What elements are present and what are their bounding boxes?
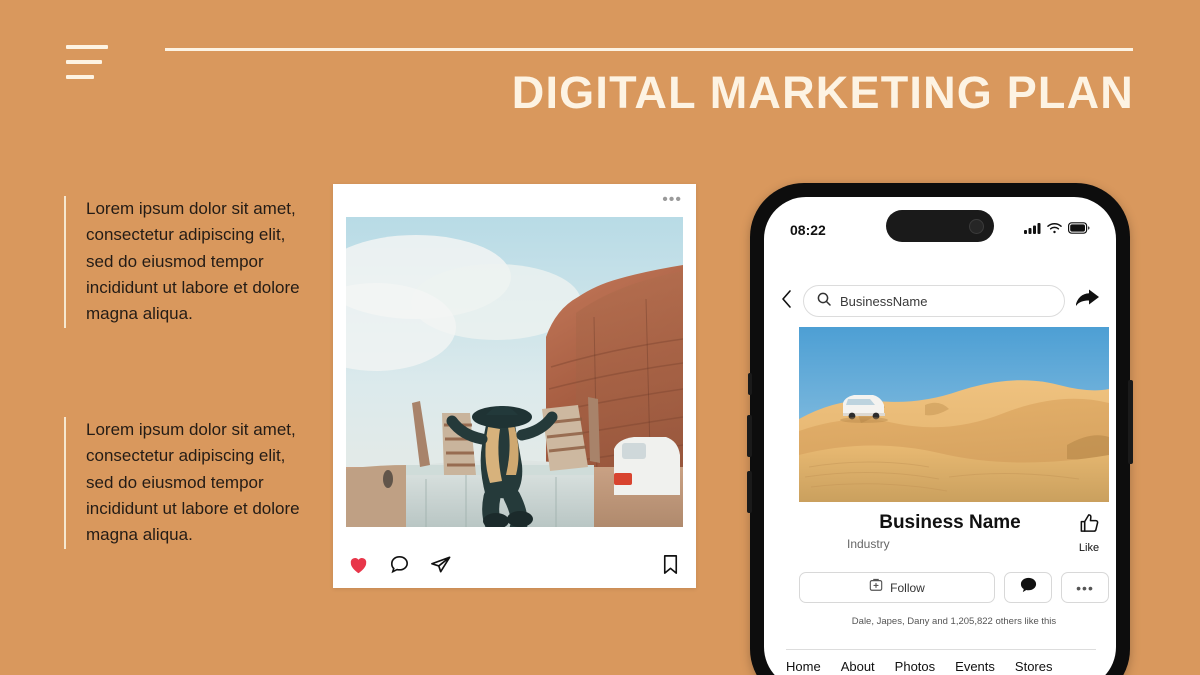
hamburger-bar — [66, 75, 94, 79]
silent-switch-button[interactable] — [748, 373, 752, 395]
search-input[interactable]: BusinessName — [803, 285, 1065, 317]
signal-icon — [1024, 221, 1041, 239]
tab-stores[interactable]: Stores — [1015, 659, 1053, 675]
tab-home[interactable]: Home — [786, 659, 821, 675]
profile-tabs: Home About Photos Events Stores — [786, 659, 1116, 675]
body-text-block-1: Lorem ipsum dolor sit amet, consectetur … — [64, 196, 314, 328]
hamburger-menu-icon[interactable] — [66, 45, 110, 79]
chat-bubble-icon — [1019, 576, 1038, 600]
follow-label: Follow — [890, 580, 925, 595]
hamburger-bar — [66, 45, 108, 49]
power-button[interactable] — [1128, 380, 1133, 464]
business-industry: Industry — [847, 536, 890, 551]
tab-about[interactable]: About — [841, 659, 875, 675]
body-text-block-2: Lorem ipsum dolor sit amet, consectetur … — [64, 417, 314, 549]
wifi-icon — [1047, 221, 1062, 239]
volume-down-button[interactable] — [747, 471, 752, 513]
tab-events[interactable]: Events — [955, 659, 995, 675]
profile-actions: Follow ••• — [799, 572, 1109, 603]
search-value: BusinessName — [840, 293, 928, 309]
plus-square-icon — [869, 578, 883, 597]
business-name: Business Name — [879, 512, 1021, 533]
like-button[interactable]: Like — [1069, 512, 1109, 554]
chevron-left-icon[interactable] — [780, 289, 793, 314]
phone-cover-photo — [799, 327, 1109, 502]
tab-photos[interactable]: Photos — [895, 659, 935, 675]
volume-up-button[interactable] — [747, 415, 752, 457]
like-label: Like — [1078, 542, 1100, 554]
search-icon — [817, 292, 831, 311]
dynamic-island — [886, 210, 994, 242]
status-time: 08:22 — [790, 222, 826, 238]
battery-icon — [1068, 221, 1090, 239]
front-camera-icon — [969, 218, 984, 234]
social-post-card: ••• — [333, 184, 696, 588]
search-row: BusinessName — [764, 281, 1116, 321]
send-icon[interactable] — [429, 553, 452, 576]
business-header: Business Name Industry Like — [799, 512, 1109, 554]
likes-summary: Dale, Japes, Dany and 1,205,822 others l… — [851, 616, 1057, 627]
bookmark-icon[interactable] — [659, 553, 682, 576]
header-divider — [165, 48, 1133, 51]
share-arrow-icon[interactable] — [1075, 288, 1100, 315]
tab-divider — [786, 649, 1096, 650]
follow-button[interactable]: Follow — [799, 572, 995, 603]
post-photo — [346, 217, 683, 527]
hamburger-bar — [66, 60, 102, 64]
post-action-bar — [333, 540, 696, 588]
comment-icon[interactable] — [388, 553, 411, 576]
more-options-button[interactable]: ••• — [1061, 572, 1109, 603]
thumbs-up-icon — [1078, 514, 1101, 539]
phone-mockup: 08:22 BusinessName Business Name Industr… — [747, 183, 1133, 675]
phone-screen: 08:22 BusinessName Business Name Industr… — [764, 197, 1116, 675]
page-title: DIGITAL MARKETING PLAN — [511, 67, 1134, 118]
heart-icon[interactable] — [347, 553, 370, 576]
post-more-options-icon[interactable]: ••• — [662, 192, 682, 208]
message-button[interactable] — [1004, 572, 1052, 603]
